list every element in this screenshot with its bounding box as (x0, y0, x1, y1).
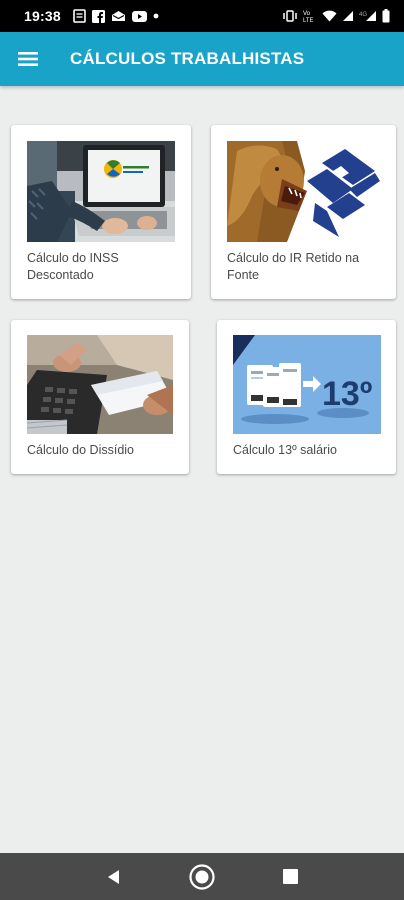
menu-button[interactable] (0, 32, 56, 86)
vibrate-icon (283, 10, 297, 22)
app-bar: CÁLCULOS TRABALHISTAS (0, 32, 404, 86)
svg-text:Vo: Vo (303, 11, 311, 17)
card-label: Cálculo do INSS Descontado (27, 251, 119, 282)
wifi-icon (322, 10, 337, 22)
home-button[interactable] (182, 857, 222, 897)
back-triangle-icon (108, 869, 119, 884)
card-13-salario[interactable]: 13º Cálculo 13º salário (217, 320, 396, 474)
status-time: 19:38 (24, 8, 61, 24)
status-right-icons: Vo LTE 4G (282, 9, 390, 23)
thirteenth-salary-image: 13º (233, 335, 381, 434)
back-button[interactable] (94, 857, 134, 897)
svg-text:LTE: LTE (303, 18, 314, 23)
hamburger-menu-icon (18, 52, 38, 66)
recents-button[interactable] (270, 857, 310, 897)
system-nav-bar (0, 853, 404, 900)
card-label: Cálculo do IR Retido na Fonte (227, 251, 360, 282)
signal-4g-icon: 4G (359, 11, 376, 21)
notes-icon (73, 9, 86, 23)
card-inss[interactable]: Cálculo do INSS Descontado (11, 125, 191, 299)
card-label: Cálculo do Dissídio (27, 443, 134, 457)
lion-receita-image (227, 141, 380, 242)
card-label: Cálculo 13º salário (233, 443, 337, 457)
home-circle-icon (189, 863, 215, 890)
app-title: CÁLCULOS TRABALHISTAS (70, 49, 305, 68)
calculator-hands-image (27, 335, 173, 434)
mail-icon (111, 11, 125, 21)
thirteenth-image-text: 13º (322, 375, 372, 413)
signal-icon (343, 11, 353, 21)
card-ir[interactable]: Cálculo do IR Retido na Fonte (211, 125, 396, 299)
dot-icon (153, 13, 159, 19)
volte-icon: VoLTE (303, 11, 314, 23)
card-dissidio[interactable]: Cálculo do Dissídio (11, 320, 189, 474)
status-bar: 19:38 Vo LTE 4G (0, 0, 404, 32)
recents-square-icon (282, 869, 298, 884)
battery-icon (382, 9, 390, 23)
inss-laptop-image (27, 141, 175, 242)
svg-text:4G: 4G (359, 12, 367, 18)
facebook-icon (91, 9, 105, 23)
status-left-icons (73, 9, 159, 23)
youtube-icon (131, 10, 147, 22)
